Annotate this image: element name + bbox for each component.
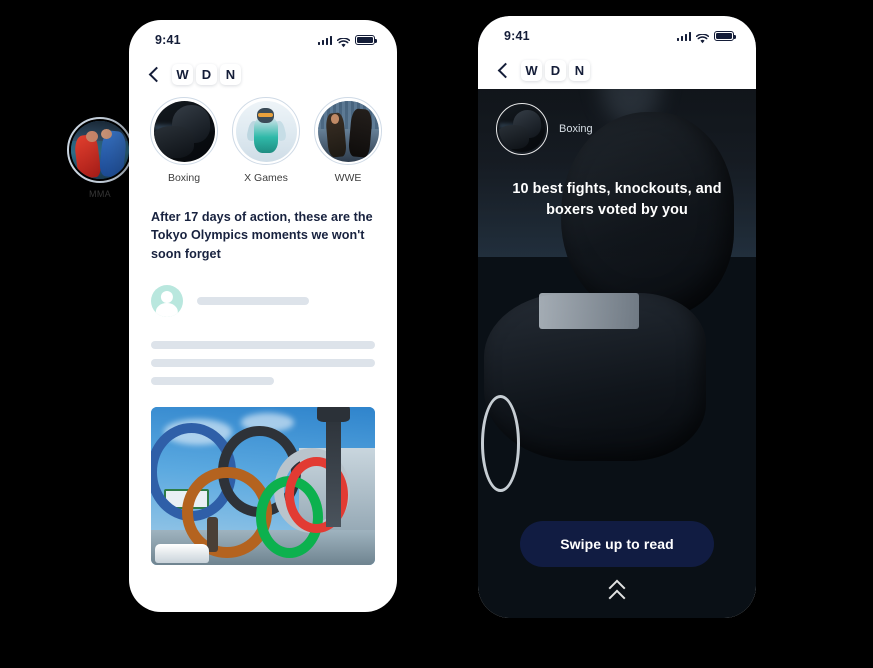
author-avatar [151,284,183,317]
placeholder-line [151,340,375,349]
app-top-bar: W D N [129,54,397,93]
boxing-avatar-image [499,106,545,152]
phone-left-feed-screen: 9:41 W D N Boxing X Games WWE After 17 d… [129,20,397,612]
story-label: Boxing [167,172,201,184]
placeholder-line [151,358,375,367]
story-viewer[interactable]: 9:41 W D N Boxing 10 best fights, knocko… [478,16,756,618]
logo-letter-w: W [172,64,193,85]
wifi-icon [336,35,351,48]
status-bar: 9:41 [478,16,756,50]
story-avatar [496,103,548,155]
swipe-up-to-read-button[interactable]: Swipe up to read [520,521,714,567]
back-chevron-icon[interactable] [149,66,160,84]
wdn-logo[interactable]: W D N [521,60,590,81]
olympics-rings-photo [151,406,375,565]
logo-letter-n: N [220,64,241,85]
story-label: WWE [334,172,362,184]
wdn-logo[interactable]: W D N [172,64,241,85]
story-category-label: Boxing [559,123,593,135]
article-headline[interactable]: After 17 days of action, these are the T… [129,184,397,263]
story-ring [314,97,382,165]
story-item-wwe[interactable]: WWE [314,97,382,184]
status-bar-icons [317,35,378,48]
article-body-placeholder [129,317,397,385]
phone-right-story-screen: 9:41 W D N Boxing 10 best fights, knocko… [478,16,756,618]
story-item-x-games[interactable]: X Games [232,97,300,184]
logo-letter-d: D [196,64,217,85]
status-bar: 9:41 [129,20,397,54]
cellular-signal-icon [317,35,332,45]
status-bar-time: 9:41 [155,33,181,47]
battery-icon [355,35,378,45]
story-ring [232,97,300,165]
status-bar-icons [676,31,737,44]
story-cta-area: Swipe up to read [478,521,756,598]
back-chevron-icon[interactable] [498,62,509,80]
app-top-bar: W D N [478,50,756,89]
boxing-thumbnail-image [153,100,215,162]
battery-icon [714,31,737,41]
placeholder-line [151,376,275,385]
stories-row: Boxing X Games WWE [129,93,397,184]
story-category-header[interactable]: Boxing [478,89,756,155]
story-bubble-mma[interactable]: MMA [67,117,133,199]
mma-thumbnail-image [71,121,129,179]
story-bubble-label: MMA [89,189,111,199]
logo-letter-d: D [545,60,566,81]
x-games-thumbnail-image [235,100,297,162]
logo-letter-n: N [569,60,590,81]
author-name-placeholder [197,296,309,305]
screenshot-canvas: MMA 9:41 W D N Boxing X Games WWE After … [0,0,873,668]
status-bar-time: 9:41 [504,29,530,43]
double-chevron-up-icon[interactable] [478,580,756,598]
story-item-boxing[interactable]: Boxing [150,97,218,184]
logo-letter-w: W [521,60,542,81]
story-headline: 10 best fights, knockouts, and boxers vo… [512,181,722,219]
wifi-icon [695,31,710,44]
article-byline [129,263,397,317]
cellular-signal-icon [676,31,691,41]
story-ring [67,117,133,183]
story-label: X Games [244,172,288,184]
wwe-thumbnail-image [317,100,379,162]
story-ring [150,97,218,165]
